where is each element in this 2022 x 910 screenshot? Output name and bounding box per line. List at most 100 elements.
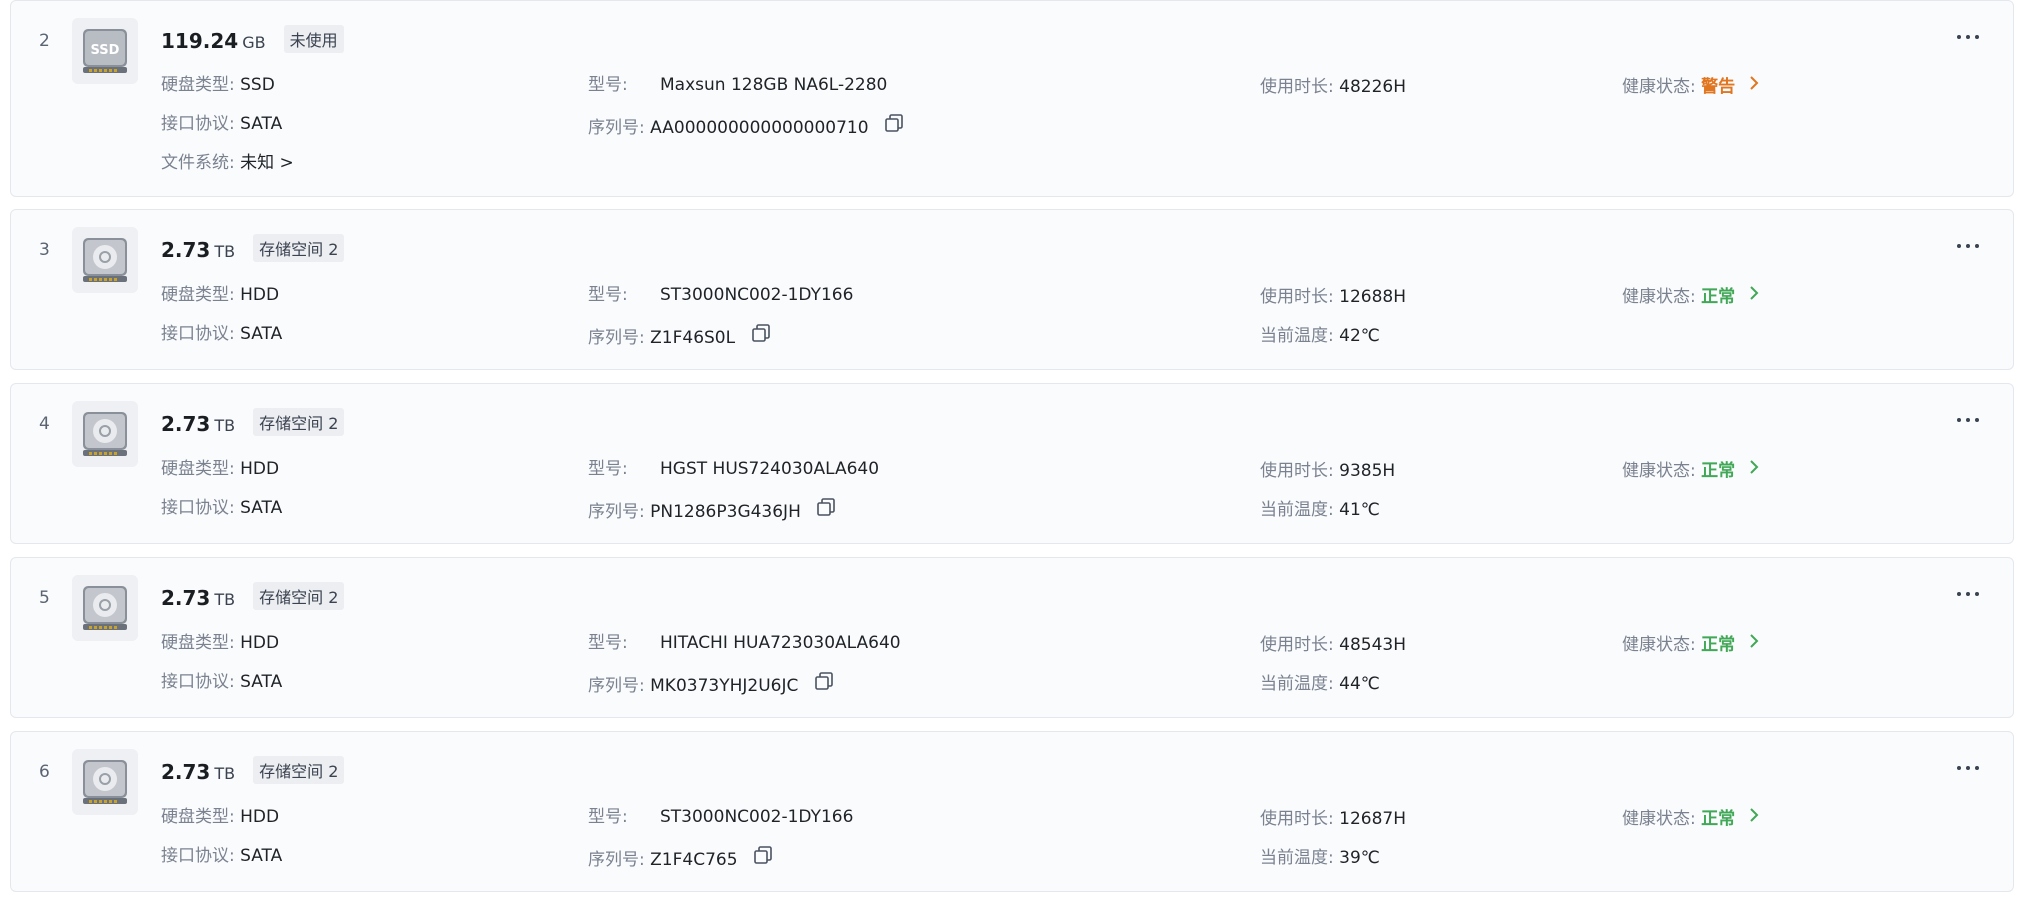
more-options-icon[interactable] xyxy=(1957,590,1979,598)
chevron-right-icon xyxy=(1749,458,1759,480)
usage-hours: 使用时长: 48226H xyxy=(1260,76,1406,98)
protocol-value: SATA xyxy=(240,114,283,134)
disk-type-label: 硬盘类型: xyxy=(161,75,235,95)
filesystem-label: 文件系统: xyxy=(161,153,235,173)
capacity-unit: TB xyxy=(214,764,236,783)
disk-type-label: 硬盘类型: xyxy=(161,633,235,653)
protocol-label: 接口协议: xyxy=(161,846,235,866)
temperature: 当前温度: 39℃ xyxy=(1260,847,1380,869)
usage-hours-label: 使用时长: xyxy=(1260,809,1334,829)
protocol: 接口协议: SATA xyxy=(161,497,282,519)
disk-type: 硬盘类型: SSD xyxy=(161,74,275,96)
copy-icon[interactable] xyxy=(816,497,836,523)
storage-tag: 未使用 xyxy=(283,25,344,53)
disk-index: 3 xyxy=(39,240,50,260)
chevron-right-icon xyxy=(1749,284,1759,306)
disk-list: 2 SSD 119.24 GB 未使用 硬盘类型: SSD 接口协议: SATA… xyxy=(0,0,2022,910)
protocol-label: 接口协议: xyxy=(161,498,235,518)
disk-type-label: 硬盘类型: xyxy=(161,285,235,305)
chevron-right-icon xyxy=(1749,74,1759,96)
capacity-unit: TB xyxy=(214,416,236,435)
temperature-label: 当前温度: xyxy=(1260,326,1334,346)
health-status[interactable]: 健康状态: 正常 xyxy=(1622,808,1759,830)
model-label: 型号: xyxy=(588,75,628,95)
health-value: 正常 xyxy=(1701,635,1736,655)
hdd-drive-icon xyxy=(72,227,138,293)
storage-tag: 存储空间 2 xyxy=(253,756,345,784)
protocol-value: SATA xyxy=(240,324,283,344)
capacity-value: 2.73 xyxy=(161,238,211,262)
disk-type-value: HDD xyxy=(240,459,280,479)
disk-index: 2 xyxy=(39,31,50,51)
chevron-right-icon xyxy=(1749,632,1759,654)
protocol: 接口协议: SATA xyxy=(161,671,282,693)
health-status[interactable]: 健康状态: 警告 xyxy=(1622,76,1759,98)
disk-card: 5 2.73 TB 存储空间 2 硬盘类型: HDD 接口协议: SATA 型号… xyxy=(10,557,2014,718)
health-label: 健康状态: xyxy=(1622,287,1696,307)
health-status[interactable]: 健康状态: 正常 xyxy=(1622,634,1759,656)
more-options-icon[interactable] xyxy=(1957,242,1979,250)
model: 型号: HGST HUS724030ALA640 xyxy=(588,458,988,480)
disk-card: 4 2.73 TB 存储空间 2 硬盘类型: HDD 接口协议: SATA 型号… xyxy=(10,383,2014,544)
disk-type-value: HDD xyxy=(240,633,280,653)
copy-icon[interactable] xyxy=(751,323,771,349)
serial: 序列号: MK0373YHJ2U6JC xyxy=(588,671,834,699)
protocol: 接口协议: SATA xyxy=(161,323,282,345)
usage-hours: 使用时长: 12688H xyxy=(1260,286,1406,308)
disk-index: 4 xyxy=(39,414,50,434)
disk-type-value: HDD xyxy=(240,285,280,305)
health-value: 正常 xyxy=(1701,287,1736,307)
hdd-drive-icon xyxy=(72,575,138,641)
more-options-icon[interactable] xyxy=(1957,764,1979,772)
serial: 序列号: Z1F46S0L xyxy=(588,323,771,351)
capacity-unit: GB xyxy=(242,33,266,52)
ssd-drive-icon: SSD xyxy=(72,18,138,84)
more-options-icon[interactable] xyxy=(1957,416,1979,424)
disk-card: 2 SSD 119.24 GB 未使用 硬盘类型: SSD 接口协议: SATA… xyxy=(10,0,2014,197)
storage-tag: 存储空间 2 xyxy=(253,408,345,436)
protocol-value: SATA xyxy=(240,846,283,866)
protocol-value: SATA xyxy=(240,672,283,692)
capacity: 2.73 TB 存储空间 2 xyxy=(161,408,345,438)
usage-hours-label: 使用时长: xyxy=(1260,461,1334,481)
capacity-value: 2.73 xyxy=(161,412,211,436)
more-options-icon[interactable] xyxy=(1957,33,1979,41)
model-value: HGST HUS724030ALA640 xyxy=(660,459,880,479)
serial: 序列号: Z1F4C765 xyxy=(588,845,773,873)
usage-hours-value: 48226H xyxy=(1339,77,1407,97)
usage-hours-value: 48543H xyxy=(1339,635,1407,655)
health-status[interactable]: 健康状态: 正常 xyxy=(1622,286,1759,308)
model: 型号: HITACHI HUA723030ALA640 xyxy=(588,632,988,654)
usage-hours-label: 使用时长: xyxy=(1260,287,1334,307)
disk-index: 5 xyxy=(39,588,50,608)
health-value: 正常 xyxy=(1701,461,1736,481)
filesystem-link[interactable]: 未知 > xyxy=(240,153,294,173)
disk-index: 6 xyxy=(39,762,50,782)
copy-icon[interactable] xyxy=(814,671,834,697)
temperature-value: 44℃ xyxy=(1339,674,1380,694)
usage-hours-value: 9385H xyxy=(1339,461,1396,481)
capacity: 2.73 TB 存储空间 2 xyxy=(161,582,345,612)
temperature-value: 42℃ xyxy=(1339,326,1380,346)
model-value: ST3000NC002-1DY166 xyxy=(660,807,854,827)
temperature-label: 当前温度: xyxy=(1260,848,1334,868)
capacity: 2.73 TB 存储空间 2 xyxy=(161,234,345,264)
disk-type-label: 硬盘类型: xyxy=(161,459,235,479)
health-label: 健康状态: xyxy=(1622,635,1696,655)
model: 型号: Maxsun 128GB NA6L-2280 xyxy=(588,74,988,96)
hdd-drive-icon xyxy=(72,749,138,815)
protocol: 接口协议: SATA xyxy=(161,113,282,135)
health-status[interactable]: 健康状态: 正常 xyxy=(1622,460,1759,482)
storage-tag: 存储空间 2 xyxy=(253,234,345,262)
svg-text:SSD: SSD xyxy=(91,43,120,58)
capacity-unit: TB xyxy=(214,242,236,261)
model-value: ST3000NC002-1DY166 xyxy=(660,285,854,305)
copy-icon[interactable] xyxy=(884,113,904,139)
usage-hours-value: 12688H xyxy=(1339,287,1407,307)
serial-label: 序列号: xyxy=(588,118,645,138)
model-value: Maxsun 128GB NA6L-2280 xyxy=(660,75,888,95)
copy-icon[interactable] xyxy=(753,845,773,871)
chevron-right-icon xyxy=(1749,806,1759,828)
protocol-label: 接口协议: xyxy=(161,114,235,134)
capacity-value: 2.73 xyxy=(161,586,211,610)
